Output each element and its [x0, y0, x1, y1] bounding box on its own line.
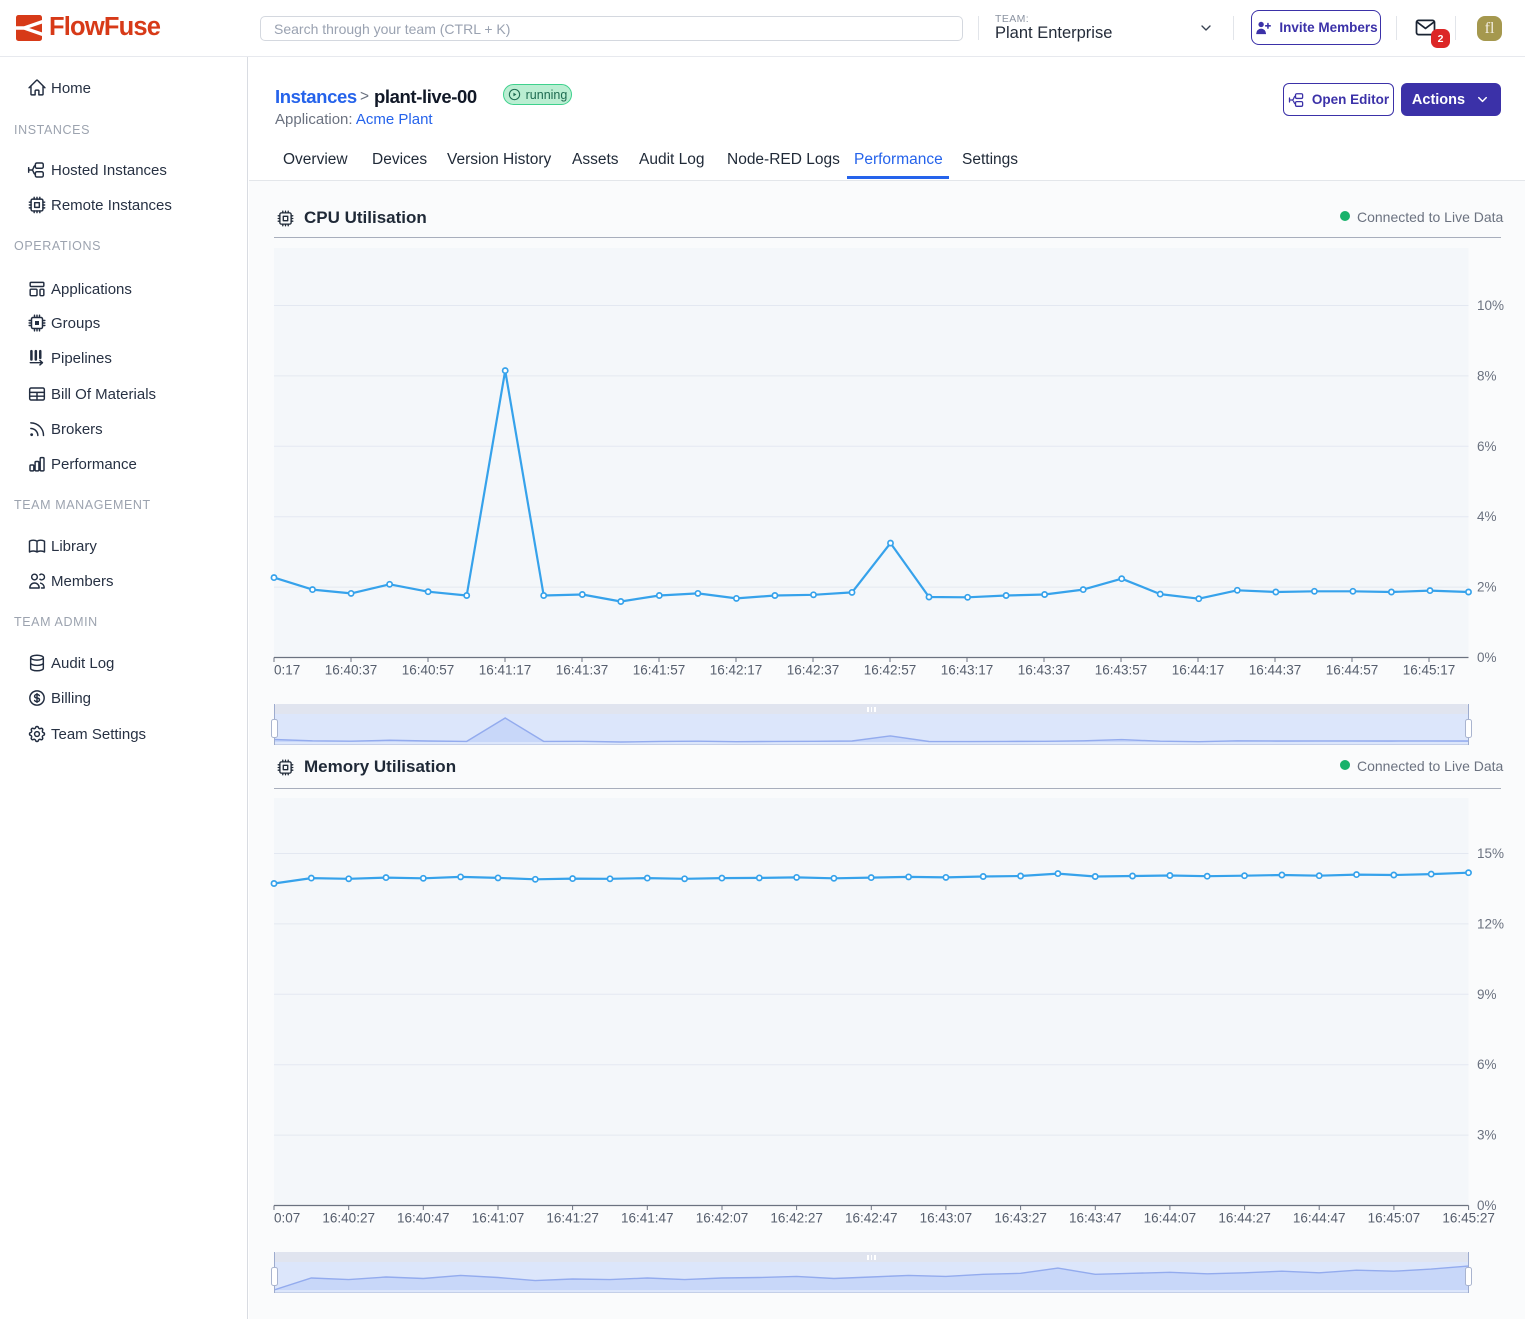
svg-text:16:41:17: 16:41:17	[479, 663, 532, 678]
svg-text:16:43:37: 16:43:37	[1018, 663, 1071, 678]
svg-text:12%: 12%	[1477, 916, 1504, 931]
svg-text:16:42:07: 16:42:07	[696, 1211, 749, 1226]
svg-text:8%: 8%	[1477, 368, 1497, 383]
svg-text:6%: 6%	[1477, 439, 1497, 454]
svg-text:16:43:17: 16:43:17	[941, 663, 994, 678]
svg-text:16:44:07: 16:44:07	[1144, 1211, 1197, 1226]
svg-text:16:45:17: 16:45:17	[1403, 663, 1456, 678]
svg-text:16:41:07: 16:41:07	[472, 1211, 525, 1226]
svg-text:16:40:47: 16:40:47	[397, 1211, 450, 1226]
svg-text:0:17: 0:17	[274, 663, 300, 678]
svg-text:16:43:27: 16:43:27	[994, 1211, 1047, 1226]
svg-text:16:44:37: 16:44:37	[1249, 663, 1302, 678]
svg-text:0%: 0%	[1477, 650, 1497, 665]
svg-text:16:41:57: 16:41:57	[633, 663, 686, 678]
svg-text:2%: 2%	[1477, 580, 1497, 595]
svg-text:16:42:27: 16:42:27	[770, 1211, 823, 1226]
svg-text:16:42:37: 16:42:37	[787, 663, 840, 678]
svg-text:16:44:27: 16:44:27	[1218, 1211, 1271, 1226]
svg-text:9%: 9%	[1477, 987, 1497, 1002]
svg-text:16:42:47: 16:42:47	[845, 1211, 898, 1226]
svg-text:16:42:57: 16:42:57	[864, 663, 917, 678]
svg-text:16:44:47: 16:44:47	[1293, 1211, 1346, 1226]
svg-text:0:07: 0:07	[274, 1211, 300, 1226]
svg-text:16:43:47: 16:43:47	[1069, 1211, 1122, 1226]
svg-text:16:45:07: 16:45:07	[1368, 1211, 1421, 1226]
svg-text:16:41:27: 16:41:27	[546, 1211, 599, 1226]
svg-text:10%: 10%	[1477, 298, 1504, 313]
svg-text:6%: 6%	[1477, 1057, 1497, 1072]
svg-text:15%: 15%	[1477, 846, 1504, 861]
svg-text:16:40:27: 16:40:27	[322, 1211, 375, 1226]
svg-text:4%: 4%	[1477, 509, 1497, 524]
svg-text:16:43:07: 16:43:07	[920, 1211, 973, 1226]
svg-text:16:45:27: 16:45:27	[1442, 1211, 1495, 1226]
svg-text:3%: 3%	[1477, 1128, 1497, 1143]
svg-text:16:41:37: 16:41:37	[556, 663, 609, 678]
svg-text:16:42:17: 16:42:17	[710, 663, 763, 678]
svg-text:16:43:57: 16:43:57	[1095, 663, 1148, 678]
svg-text:16:40:37: 16:40:37	[325, 663, 378, 678]
svg-text:16:41:47: 16:41:47	[621, 1211, 674, 1226]
svg-text:16:44:57: 16:44:57	[1326, 663, 1379, 678]
svg-text:16:44:17: 16:44:17	[1172, 663, 1225, 678]
svg-text:16:40:57: 16:40:57	[402, 663, 455, 678]
